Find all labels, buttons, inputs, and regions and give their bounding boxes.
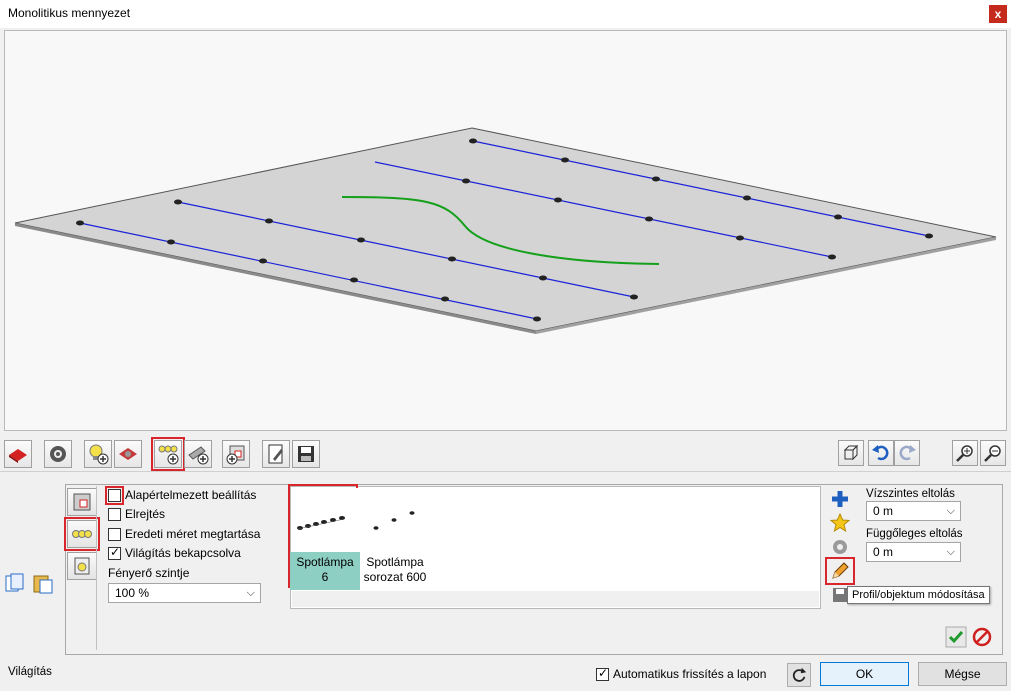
gallery-item-spotlamp-series-600[interactable]: Spotlámpa sorozat 600 [360,486,430,590]
add-light-button[interactable] [84,440,112,468]
keep-size-checkbox[interactable] [108,527,121,541]
edit-profile-button[interactable] [825,557,855,585]
hide-option[interactable]: Elrejtés [108,506,165,522]
hide-label: Elrejtés [125,507,166,521]
spotlamp-6-thumbnail [292,488,358,552]
bulb-add-icon [89,444,109,465]
ok-button[interactable]: OK [820,662,909,686]
zoom-in-icon [956,445,973,462]
vertical-offset-select[interactable]: 0 m ⌵ [866,542,961,562]
undo-button[interactable] [868,440,894,466]
copy-icon[interactable] [4,572,26,594]
default-setting-checkbox[interactable] [105,485,124,505]
ceiling-button[interactable] [4,440,32,468]
tooltip: Profil/objektum módosítása [847,586,990,604]
cube-icon [843,444,859,461]
zoom-out-icon [984,445,1001,462]
tab-spotlights[interactable] [64,517,100,551]
add-button[interactable] [828,488,852,510]
cancel-button[interactable]: Mégse [918,662,1007,686]
hide-checkbox[interactable] [108,507,121,521]
redo-icon [899,445,916,461]
default-setting-label: Alapértelmezett beállítás [125,488,257,502]
spotlamp-series-thumbnail [362,488,428,552]
gallery-item-label: Spotlámpa 6 [290,552,360,590]
lighting-on-label: Világítás bekapcsolva [125,546,241,560]
chevron-down-icon: ⌵ [946,546,955,558]
ceiling-icon [9,449,27,463]
auto-refresh-checkbox[interactable] [596,666,609,681]
3d-viewport[interactable] [4,30,1007,431]
gallery-item-spotlamp-6[interactable]: Spotlámpa 6 [288,484,360,590]
paste-icon[interactable] [32,572,54,594]
spotlights-add-icon [158,445,179,465]
horizontal-offset-value: 0 m [873,504,894,518]
save-icon [298,446,314,462]
discard-button[interactable] [971,626,993,648]
separator [0,471,1011,472]
lighting-on-checkbox[interactable] [108,545,121,560]
favorite-button[interactable] [828,512,852,534]
gallery-item-label: Spotlámpa sorozat 600 [363,555,427,584]
ceiling-preview [14,127,997,334]
ceiling-lights-button[interactable] [114,440,142,468]
horizontal-offset-select[interactable]: 0 m ⌵ [866,501,961,521]
settings-button[interactable] [44,440,72,468]
main-toolbar [0,436,1011,471]
vertical-offset-value: 0 m [873,545,894,559]
refresh-button[interactable] [787,663,811,687]
checkmark-icon [945,626,967,648]
window-title: Monolitikus mennyezet [8,6,131,20]
chevron-down-icon: ⌵ [946,505,955,517]
opening-add-icon [226,445,245,465]
opening-icon [73,493,91,511]
add-opening-button[interactable] [222,440,250,468]
close-button[interactable]: x [989,5,1007,23]
3d-view-button[interactable] [838,440,864,466]
spotlight-row-button[interactable] [151,437,185,471]
zoom-out-button[interactable] [980,440,1006,466]
keep-size-option[interactable]: Eredeti méret megtartása [108,526,260,542]
auto-refresh-label: Automatikus frissítés a lapon [613,667,767,681]
lamp-icon [74,557,90,575]
horizontal-offset-label: Vízszintes eltolás [866,488,955,500]
profile-add-icon [188,446,209,465]
undo-icon [872,445,889,461]
section-label: Világítás [8,666,52,678]
refresh-icon [792,667,807,682]
object-gallery: Spotlámpa 6 Spotlámpa sorozat 600 [288,484,821,609]
tab-divider [96,486,97,650]
edit-document-button[interactable] [262,440,290,468]
profile-light-button[interactable] [184,440,212,468]
star-icon [830,513,850,533]
gear-icon [50,446,66,462]
zoom-in-button[interactable] [952,440,978,466]
tab-opening[interactable] [67,488,97,516]
lighting-on-option[interactable]: Világítás bekapcsolva [108,545,241,561]
chevron-down-icon: ⌵ [246,587,255,599]
ceiling-light-icon [119,448,137,460]
save-button[interactable] [292,440,320,468]
brightness-select[interactable]: 100 % ⌵ [108,583,261,603]
pencil-icon [832,562,849,579]
brightness-label: Fényerő szintje [108,566,190,580]
auto-refresh-option[interactable]: Automatikus frissítés a lapon [596,666,767,681]
redo-button[interactable] [894,440,920,466]
no-entry-icon [972,627,992,647]
spotlights-icon [72,530,92,538]
gallery-scrollbar[interactable] [292,591,819,607]
keep-size-label: Eredeti méret megtartása [125,527,261,541]
edit-document-icon [268,444,283,464]
apply-button[interactable] [945,626,967,648]
brightness-value: 100 % [115,586,150,600]
tab-lamp[interactable] [67,552,97,580]
gear-icon [833,540,847,554]
plus-icon [832,491,848,507]
settings-button-disabled[interactable] [828,536,852,558]
vertical-offset-label: Függőleges eltolás [866,528,963,540]
default-setting-option[interactable]: Alapértelmezett beállítás [105,485,257,505]
title-bar: Monolitikus mennyezet x [0,0,1011,28]
